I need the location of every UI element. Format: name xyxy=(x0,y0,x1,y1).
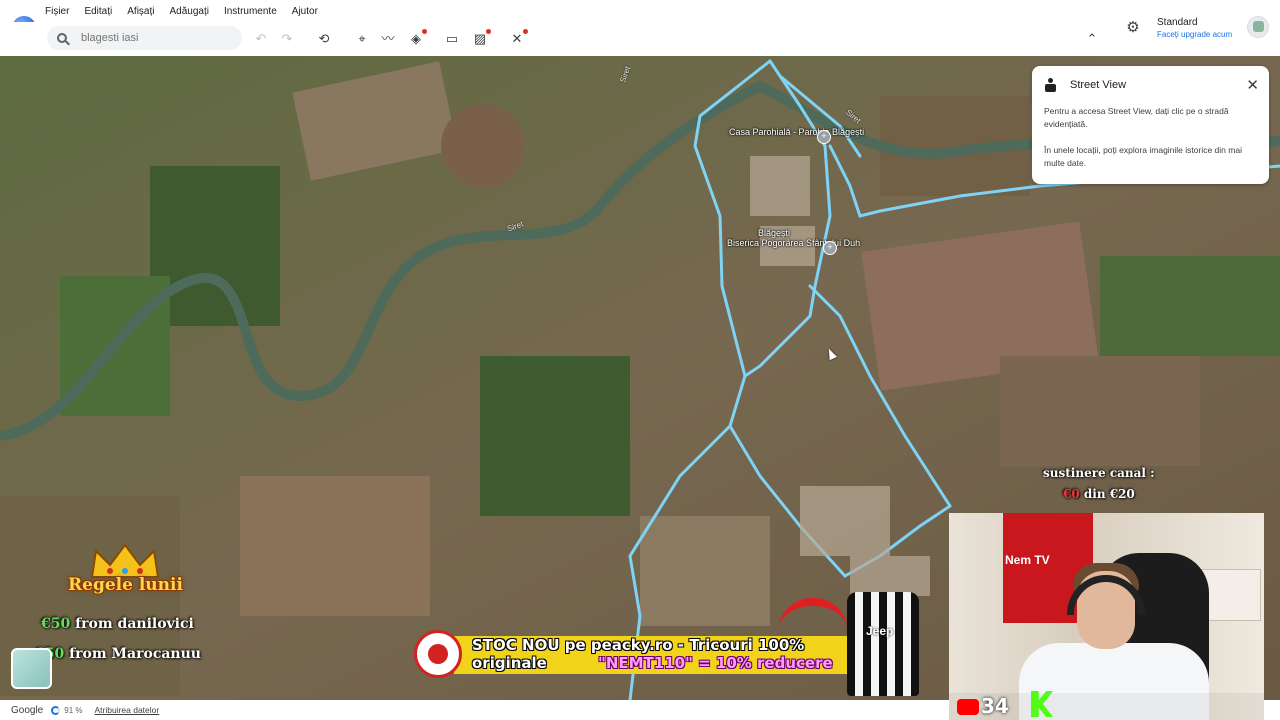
search-box[interactable] xyxy=(47,26,242,50)
loading-icon xyxy=(51,705,61,715)
placemark-icon[interactable]: ⌖ xyxy=(353,30,371,48)
youtube-icon xyxy=(957,699,979,715)
collapse-icon[interactable]: ⌃ xyxy=(1083,30,1101,48)
support-progress: €0 din €20 xyxy=(1063,487,1135,501)
google-brand: Google xyxy=(11,704,44,716)
menu-help[interactable]: Ajutor xyxy=(292,6,318,17)
pegman-icon xyxy=(1044,78,1057,92)
poi-label-biserica[interactable]: Biserica Pogorârea Sfântului Duh xyxy=(727,238,860,249)
undo-icon[interactable]: ↶ xyxy=(252,30,270,48)
upgrade-link[interactable]: Faceți upgrade acum xyxy=(1157,30,1232,39)
status-bar: Google 91 % Atribuirea datelor xyxy=(0,700,949,720)
loading-percent: 91 % xyxy=(64,705,83,715)
avatar[interactable] xyxy=(1247,16,1269,38)
street-view-title: Street View xyxy=(1070,79,1127,91)
donor-line: €50 from Marocanuu xyxy=(35,646,201,662)
gear-icon[interactable]: ⚙ xyxy=(1124,19,1142,37)
map-thumbnail[interactable] xyxy=(11,648,52,689)
sponsor-banner: STOC NOU pe peacky.ro - Tricouri 100% or… xyxy=(414,630,862,678)
wall-shirt-text: Nem TV xyxy=(1005,553,1050,567)
menu-edit[interactable]: Editați xyxy=(84,6,112,17)
image-overlay-icon[interactable]: ▨ xyxy=(471,29,491,48)
jersey-image xyxy=(847,592,919,696)
measure-icon[interactable]: ▭ xyxy=(443,30,461,48)
menu-tools[interactable]: Instrumente xyxy=(224,6,277,17)
menu-bar: Fișier Editați Afișați Adăugați Instrume… xyxy=(0,0,1280,22)
banner-line-1: STOC NOU pe peacky.ro - Tricouri 100% xyxy=(472,636,805,654)
menu-view[interactable]: Afișați xyxy=(127,6,154,17)
menu-add[interactable]: Adăugați xyxy=(169,6,208,17)
viewer-count: 34 xyxy=(981,694,1009,718)
donor-line: €50 from danilovici xyxy=(41,616,194,632)
close-icon[interactable]: ✕ xyxy=(1246,76,1259,94)
data-attribution-link[interactable]: Atribuirea datelor xyxy=(94,705,159,715)
search-icon xyxy=(57,33,67,43)
search-input[interactable] xyxy=(81,32,231,44)
support-title: sustinere canal : xyxy=(1043,466,1155,480)
banner-promo-code: "NEMT110" = 10% reducere xyxy=(598,654,833,672)
history-icon[interactable]: ⟲ xyxy=(315,30,333,48)
webcam-overlay: Nem TV 34 xyxy=(949,513,1264,720)
redo-icon[interactable]: ↷ xyxy=(278,30,296,48)
tools-icon[interactable]: ✕ xyxy=(508,29,528,48)
poi-pin-icon[interactable]: + xyxy=(817,130,831,144)
street-view-panel: Street View ✕ Pentru a accesa Street Vie… xyxy=(1032,66,1269,184)
peacky-logo-icon xyxy=(414,630,462,678)
toolbar: ↶ ↷ ⟲ ⌖ 〰 ◈ ▭ ▨ ✕ ⌃ xyxy=(0,22,1280,56)
banner-line-2a: originale xyxy=(472,654,547,672)
menu-file[interactable]: Fișier xyxy=(45,6,69,17)
plan-label: Standard xyxy=(1157,17,1198,28)
street-view-text-1: Pentru a accesa Street View, dați clic p… xyxy=(1044,106,1229,129)
poi-pin-icon[interactable]: + xyxy=(823,241,837,255)
path-icon[interactable]: 〰 xyxy=(379,30,397,48)
layers-icon[interactable]: ◈ xyxy=(407,29,427,48)
poi-label-casa-parohiala[interactable]: Casa Parohială - Parohia Blăgești xyxy=(729,127,864,138)
street-view-text-2: În unele locații, poți explora imaginile… xyxy=(1044,145,1242,168)
king-of-month-title: Regele lunii xyxy=(68,575,183,595)
jersey-sponsor-text: Jeep xyxy=(866,624,894,638)
